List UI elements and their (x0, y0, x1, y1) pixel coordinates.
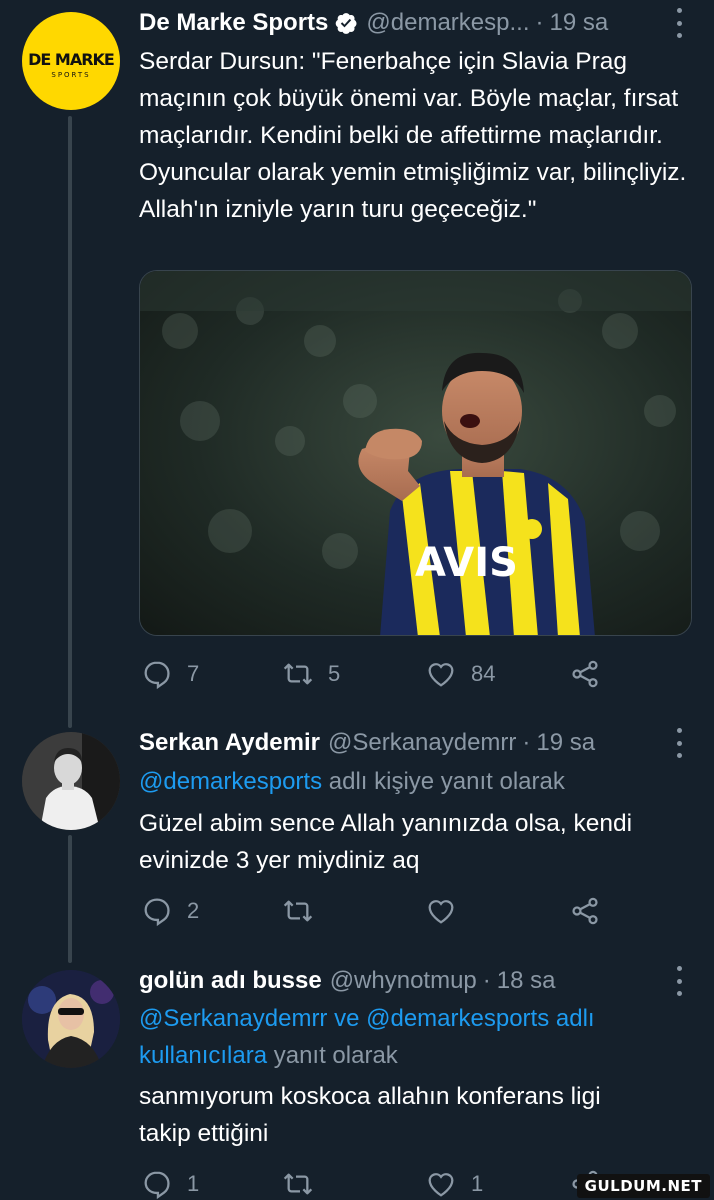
author-name[interactable]: golün adı busse (139, 967, 322, 995)
retweet-icon (283, 1173, 313, 1195)
reply-count: 1 (187, 1171, 200, 1196)
reply-icon (144, 1171, 170, 1200)
mention-link[interactable]: @Serkanaydemrr (139, 1005, 327, 1032)
tweet-actions: 1 1 (139, 1166, 609, 1200)
author-handle[interactable]: @whynotmup (330, 967, 477, 995)
reply-count: 2 (187, 898, 200, 923)
tweet-text: Güzel abim sence Allah yanınızda olsa, k… (139, 810, 633, 874)
avatar-photo (22, 732, 120, 830)
tweet-time[interactable]: 19 sa (550, 9, 609, 37)
mention-conjunction: ve (327, 1005, 367, 1032)
reply-count: 7 (187, 661, 200, 686)
reply-to-label: yanıt olarak (267, 1042, 398, 1069)
tweet-text: sanmıyorum koskoca allahın konferans lig… (139, 1083, 601, 1147)
retweet-button[interactable]: 5 (282, 656, 340, 692)
share-icon (572, 897, 598, 925)
avatar-serkan-aydemir[interactable] (22, 732, 120, 830)
tweet-actions: 2 (139, 893, 609, 929)
retweet-button[interactable] (282, 1166, 328, 1200)
thread-line (68, 835, 72, 963)
svg-text:DE MARKE: DE MARKE (28, 50, 114, 69)
like-button[interactable]: 1 (425, 1166, 483, 1200)
author-handle[interactable]: @Serkanaydemrr (328, 729, 516, 757)
like-button[interactable]: 84 (425, 656, 495, 692)
like-count: 1 (471, 1171, 484, 1196)
avatar-photo (22, 970, 120, 1068)
retweet-button[interactable] (282, 893, 328, 929)
more-icon[interactable] (674, 966, 684, 996)
mention-link[interactable]: @demarkesports (139, 768, 322, 795)
retweet-icon (283, 663, 313, 685)
tweet-media-photo[interactable]: AVIS (139, 270, 692, 636)
de-marke-logo: DE MARKE SPORTS (28, 50, 115, 79)
author-handle[interactable]: @demarkesp... (366, 9, 529, 37)
tweet-actions: 7 5 84 (139, 656, 609, 692)
retweet-icon (283, 900, 313, 922)
reply-button[interactable]: 2 (141, 893, 199, 929)
player-photo: AVIS (140, 271, 691, 635)
tweet-header: De Marke Sports @demarkesp... · 19 sa (139, 3, 684, 43)
share-button[interactable] (569, 893, 601, 929)
like-icon (428, 663, 454, 687)
tweet-header: Serkan Aydemir @Serkanaydemrr · 19 sa (139, 723, 684, 763)
separator-dot: · (522, 729, 531, 756)
tweet-text: Serdar Dursun: "Fenerbahçe için Slavia P… (139, 48, 687, 223)
avatar-de-marke-sports[interactable]: DE MARKE SPORTS (22, 12, 120, 110)
retweet-count: 5 (328, 661, 341, 686)
reply-to-label: adlı kişiye yanıt olarak (322, 768, 565, 795)
reply-icon (144, 661, 170, 690)
reply-icon (144, 898, 170, 927)
reply-button[interactable]: 1 (141, 1166, 199, 1200)
like-icon (428, 1173, 454, 1197)
avatar-golun-adi-busse[interactable] (22, 970, 120, 1068)
tweet-header: golün adı busse @whynotmup · 18 sa (139, 961, 684, 1001)
reply-button[interactable]: 7 (141, 656, 199, 692)
reply-context: @demarkesports adlı kişiye yanıt olarak (139, 763, 690, 800)
tweet-time[interactable]: 18 sa (497, 967, 556, 995)
jersey-sponsor: AVIS (415, 540, 518, 586)
like-button[interactable] (425, 893, 471, 929)
tweet-main[interactable]: DE MARKE SPORTS De Marke Sports @demarke… (0, 0, 714, 730)
separator-dot: · (482, 967, 491, 994)
reply-context: @Serkanaydemrr ve @demarkesports adlı ku… (139, 1000, 654, 1074)
share-button[interactable] (569, 656, 601, 692)
mention-link[interactable]: @demarkesports (366, 1005, 549, 1032)
separator-dot: · (535, 9, 544, 36)
like-count: 84 (471, 661, 496, 686)
author-name[interactable]: De Marke Sports (139, 9, 328, 37)
more-icon[interactable] (674, 728, 684, 758)
like-icon (428, 900, 454, 924)
svg-text:SPORTS: SPORTS (51, 71, 90, 79)
more-icon[interactable] (674, 8, 684, 38)
share-icon (572, 660, 598, 688)
author-name[interactable]: Serkan Aydemir (139, 729, 320, 757)
site-watermark: GULDUM.NET (576, 1174, 710, 1198)
verified-icon (336, 13, 357, 34)
tweet-time[interactable]: 19 sa (536, 729, 595, 757)
